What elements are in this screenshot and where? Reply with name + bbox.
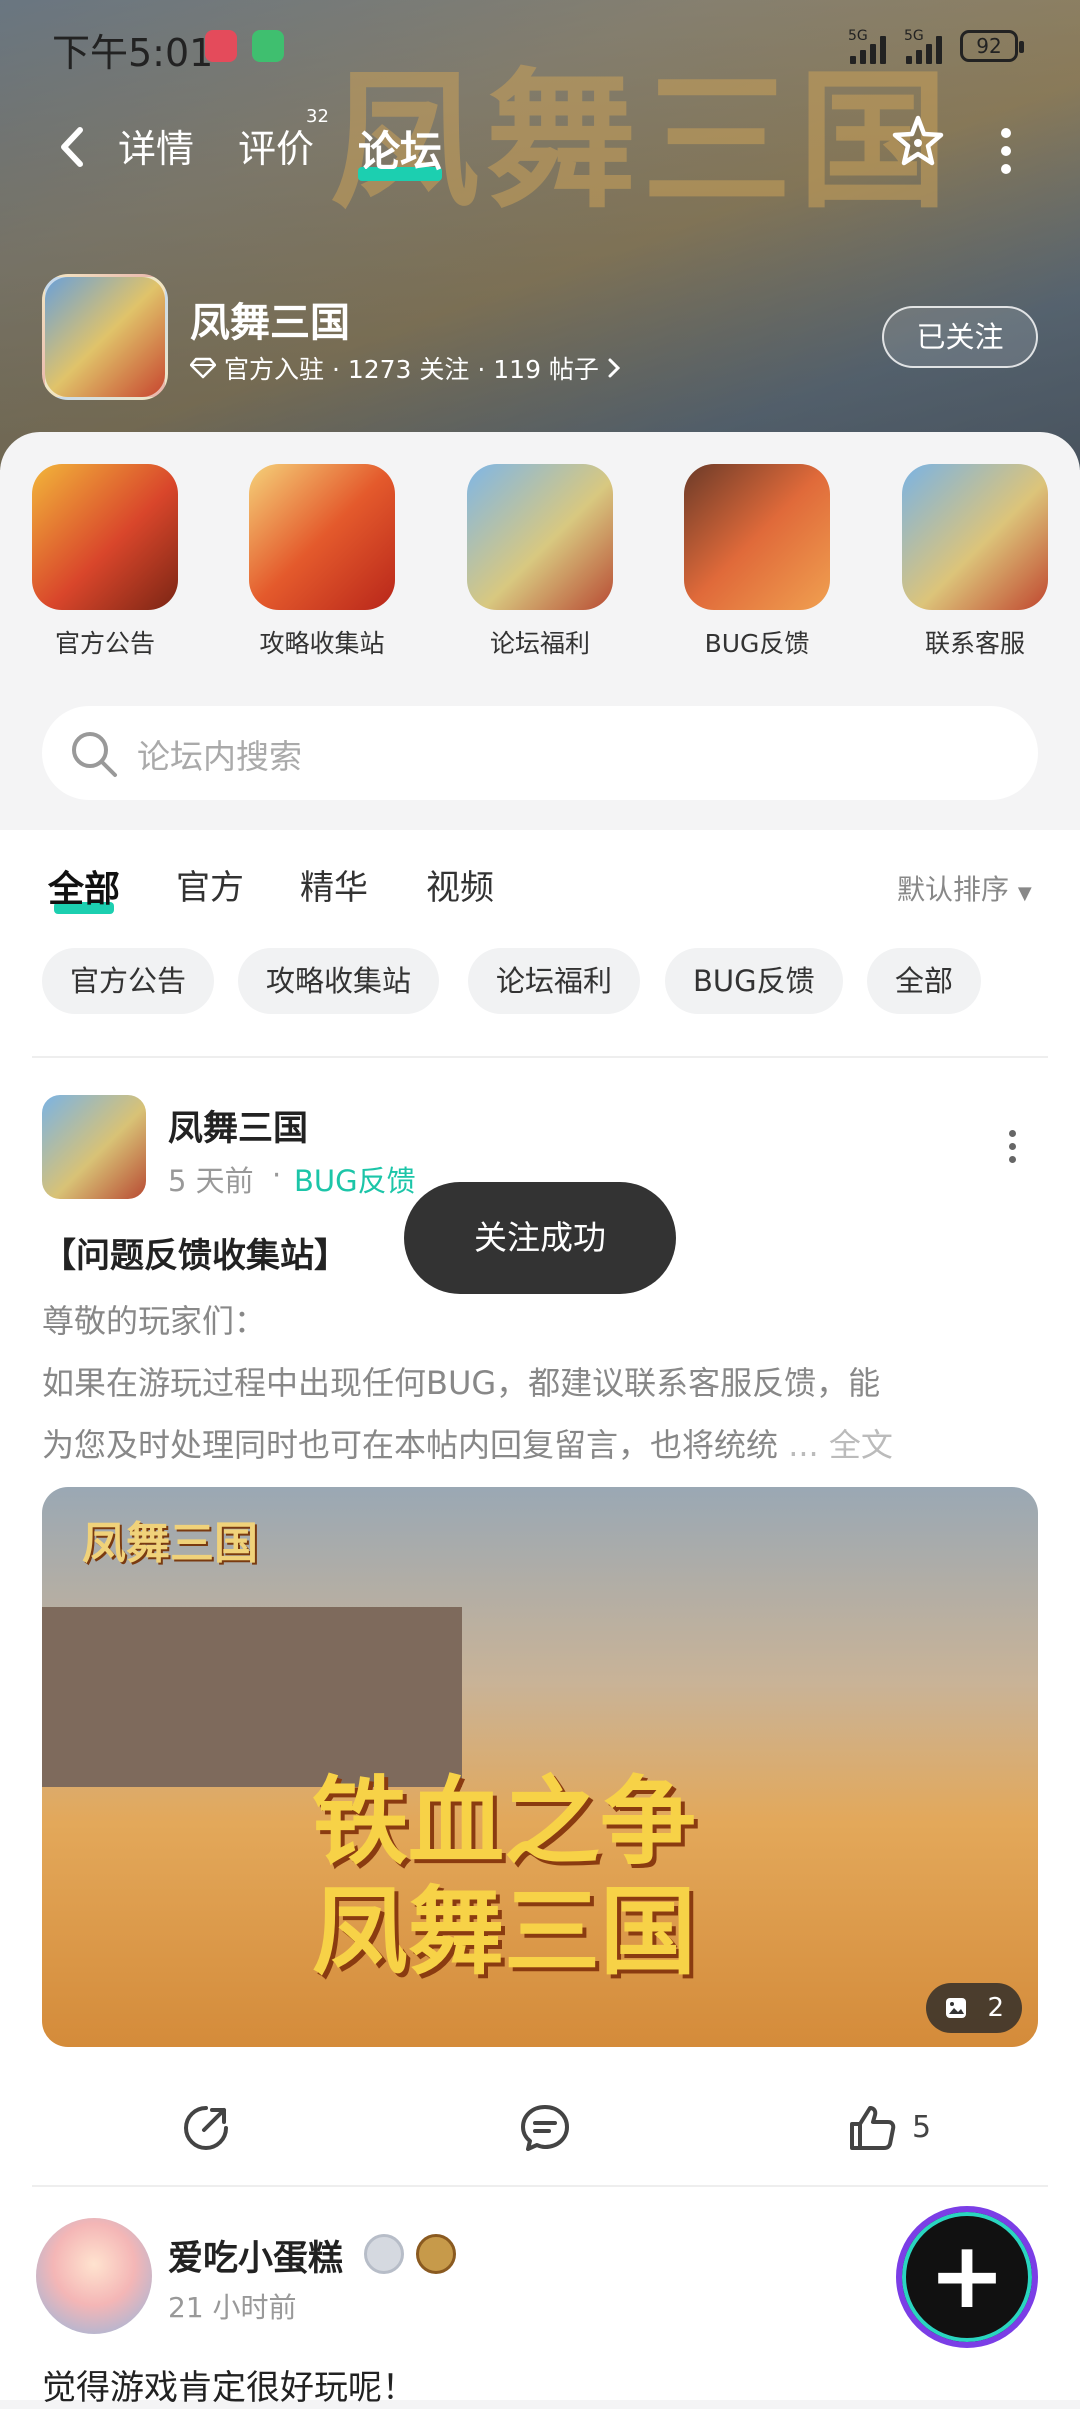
notification-icon (205, 30, 237, 62)
sort-dropdown[interactable]: 默认排序 ▼ (897, 868, 1032, 908)
chip-welfare[interactable]: 论坛福利 (468, 948, 641, 1014)
game-meta[interactable]: 官方入驻 · 1273 关注 · 119 帖子 (190, 350, 621, 386)
category-label: 论坛福利 (489, 629, 590, 658)
comment-icon[interactable] (518, 2102, 572, 2154)
image-title: 铁血之争 凤舞三国 (312, 1767, 696, 1987)
top-nav: 详情 评价 32 论坛 (0, 100, 1080, 200)
category-welfare[interactable]: 论坛福利 (465, 464, 615, 660)
chevron-right-icon (608, 358, 621, 378)
tab-reviews[interactable]: 评价 (238, 118, 314, 173)
divider (32, 1056, 1048, 1058)
category-bug-report[interactable]: BUG反馈 (682, 464, 832, 660)
announcement-icon (32, 464, 178, 610)
image-logo: 凤舞三国 (82, 1518, 258, 1569)
post-actions: 5 (0, 2092, 1080, 2172)
post-time: 5 天前 (168, 1164, 254, 1198)
signal-bars-icon (848, 30, 894, 64)
welfare-icon (467, 464, 613, 610)
toast-message: 关注成功 (404, 1182, 676, 1294)
game-icon[interactable] (42, 274, 168, 400)
caret-down-icon: ▼ (1017, 883, 1032, 904)
category-label: 攻略收集站 (259, 629, 385, 658)
game-header: 凤舞三国 下午5:01 5G 5G 92 详情 评价 32 论坛 凤舞三国 官方… (0, 0, 1080, 470)
review-count-badge: 32 (306, 106, 329, 127)
back-arrow-icon[interactable] (52, 122, 92, 172)
chip-bug-report[interactable]: BUG反馈 (665, 948, 843, 1014)
post-more-icon[interactable] (1004, 1130, 1020, 1166)
divider (32, 2185, 1048, 2187)
category-customer-service[interactable]: 联系客服 (900, 464, 1050, 660)
create-post-button[interactable]: + (896, 2206, 1038, 2348)
post-body-text: 为您及时处理同时也可在本帖内回复留言，也将统统 (42, 1426, 779, 1464)
upload-notification-icon (252, 30, 284, 62)
post-body-line: 为您及时处理同时也可在本帖内回复留言，也将统统 ... 全文 (42, 1414, 1042, 1476)
share-icon[interactable] (180, 2102, 232, 2154)
post-body[interactable]: 尊敬的玩家们： 如果在游玩过程中出现任何BUG，都建议联系客服反馈，能 为您及时… (42, 1290, 1042, 1476)
post-image[interactable]: 凤舞三国 铁血之争 凤舞三国 2 (42, 1487, 1038, 2047)
game-info: 凤舞三国 官方入驻 · 1273 关注 · 119 帖子 已关注 (0, 270, 1080, 410)
guide-icon (249, 464, 395, 610)
battery-icon: 92 (960, 30, 1024, 62)
bug-report-icon (684, 464, 830, 610)
image-icon (946, 1998, 966, 2018)
chip-all[interactable]: 全部 (867, 948, 982, 1014)
tab-forum-label: 论坛 (358, 127, 443, 176)
image-count: 2 (987, 1993, 1004, 2023)
game-name: 凤舞三国 (190, 300, 350, 346)
filter-tab-official[interactable]: 官方 (176, 860, 244, 909)
game-meta-text: 官方入驻 · 1273 关注 · 119 帖子 (224, 355, 599, 384)
star-favorite-icon[interactable] (888, 112, 948, 172)
search-input[interactable]: 论坛内搜索 (42, 706, 1038, 800)
forum-panel: 官方公告 攻略收集站 论坛福利 BUG反馈 联系客服 论坛内搜索 (0, 432, 1080, 832)
followed-button[interactable]: 已关注 (882, 306, 1038, 368)
customer-service-icon (902, 464, 1048, 610)
medal-badge-icon (416, 2234, 456, 2274)
post-author[interactable]: 爱吃小蛋糕 (168, 2230, 343, 2281)
filter-tab-all[interactable]: 全部 (48, 860, 121, 914)
post-author[interactable]: 凤舞三国 (168, 1100, 308, 1151)
category-label: 官方公告 (54, 629, 155, 658)
category-label: BUG反馈 (704, 629, 810, 658)
signal-bars-icon (904, 30, 950, 64)
like-icon[interactable] (846, 2102, 898, 2154)
post-body[interactable]: 觉得游戏肯定很好玩呢！ (42, 2360, 416, 2409)
filter-tab-video[interactable]: 视频 (426, 860, 494, 909)
post-feed: 全部 官方 精华 视频 默认排序 ▼ 官方公告 攻略收集站 论坛福利 BUG反馈… (0, 830, 1080, 2408)
post-title[interactable]: 【问题反馈收集站】 (42, 1228, 348, 1277)
search-placeholder: 论坛内搜索 (137, 737, 302, 776)
chip-announcements[interactable]: 官方公告 (42, 948, 215, 1014)
image-title-line: 铁血之争 (312, 1765, 696, 1878)
post-body-line: 尊敬的玩家们： (42, 1302, 267, 1340)
post-body-line: 如果在游玩过程中出现任何BUG，都建议联系客服反馈，能 (42, 1364, 881, 1402)
avatar[interactable] (36, 2218, 152, 2334)
search-icon (72, 732, 117, 777)
image-title-line: 凤舞三国 (312, 1875, 696, 1988)
plus-icon: + (928, 2222, 1006, 2329)
image-castle-wall (42, 1607, 462, 1787)
filter-tab-featured[interactable]: 精华 (300, 860, 368, 909)
like-count: 5 (912, 2110, 932, 2145)
post-category[interactable]: BUG反馈 (294, 1158, 416, 1200)
image-count-badge: 2 (926, 1983, 1022, 2033)
avatar[interactable] (42, 1095, 146, 1199)
category-guides[interactable]: 攻略收集站 (247, 464, 397, 660)
read-more-link[interactable]: ... 全文 (778, 1426, 893, 1464)
status-time: 下午5:01 (52, 31, 214, 75)
post-time: 21 小时前 (168, 2291, 297, 2324)
tab-details[interactable]: 详情 (118, 118, 194, 173)
status-bar: 下午5:01 5G 5G 92 (0, 0, 1080, 95)
more-menu-icon[interactable] (996, 124, 1016, 174)
diamond-icon (190, 357, 216, 379)
chip-guides[interactable]: 攻略收集站 (238, 948, 440, 1014)
category-label: 联系客服 (924, 629, 1025, 658)
sort-label: 默认排序 (897, 873, 1010, 906)
category-announcements[interactable]: 官方公告 (30, 464, 180, 660)
tab-forum[interactable]: 论坛 (358, 118, 443, 181)
level-badge-icon (364, 2234, 404, 2274)
filter-tab-label: 全部 (48, 869, 121, 910)
separator-dot: · (272, 1158, 282, 1192)
